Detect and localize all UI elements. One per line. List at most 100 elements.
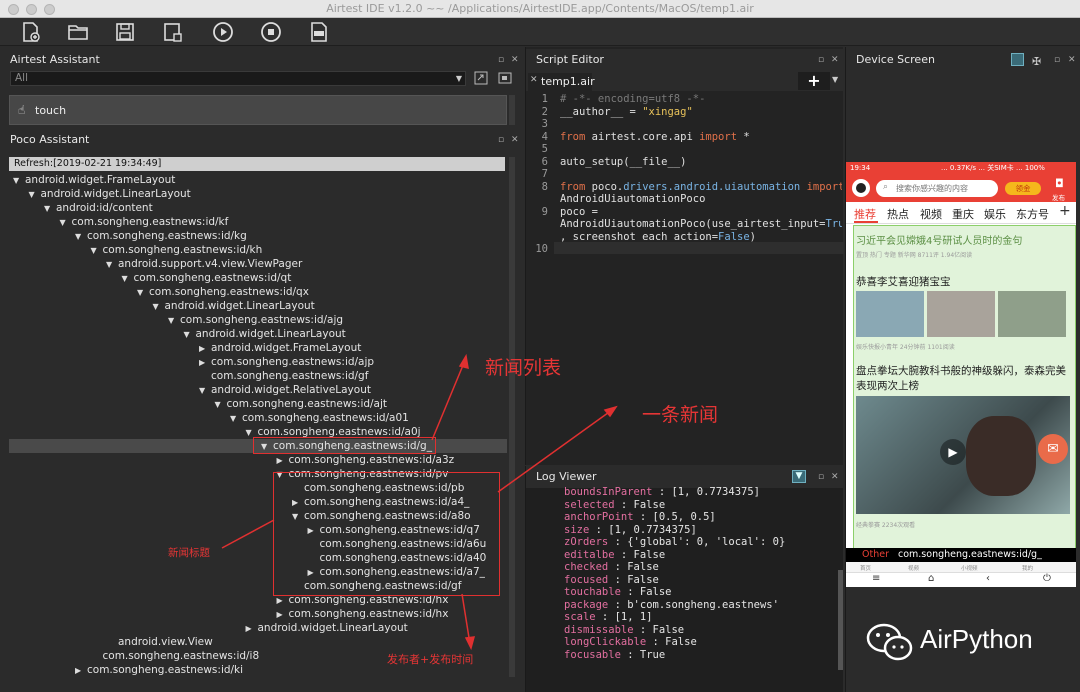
tree-node[interactable]: ▼ android.support.v4.view.ViewPager [106, 257, 302, 271]
scrollbar[interactable] [509, 157, 515, 677]
minimize-window-button[interactable] [26, 4, 37, 15]
tree-node[interactable]: com.songheng.eastnews:id/gf [199, 369, 368, 383]
code-line[interactable]: from poco.drivers.android.uiautomation i… [560, 181, 842, 193]
tree-node[interactable]: ▼ com.songheng.eastnews:id/kf [60, 215, 229, 229]
bottom-nav-video[interactable]: 视频 [908, 564, 919, 572]
save-as-icon[interactable] [161, 20, 185, 44]
caret-down-icon[interactable]: ▼ [91, 244, 103, 258]
tree-node[interactable]: ▼ com.songheng.eastnews:id/kg [75, 229, 247, 243]
code-line[interactable]: from airtest.core.api import * [560, 131, 750, 143]
tab-dongfanghao[interactable]: 东方号 [1016, 206, 1049, 222]
tree-node[interactable]: ▼ com.songheng.eastnews:id/ajt [215, 397, 388, 411]
tools-icon[interactable]: ✠ [1032, 51, 1041, 73]
scrollbar[interactable] [509, 95, 515, 125]
close-panel-icon[interactable]: ✕ [831, 49, 839, 71]
chevron-down-icon[interactable]: ▼ [832, 75, 838, 84]
tree-node[interactable]: ▼ android.widget.LinearLayout [29, 187, 191, 201]
caret-down-icon[interactable]: ▼ [215, 398, 227, 412]
news-title-3[interactable]: 盘点拳坛大腕教科书般的神级躲闪，泰森完美表现两次上榜 [856, 364, 1070, 394]
caret-down-icon[interactable]: ▼ [230, 412, 242, 426]
gold-coin-button[interactable]: 领金 [1005, 182, 1041, 195]
code-line[interactable]: __author__ = "xingag" [560, 106, 693, 118]
close-tab-icon[interactable]: ✕ [530, 75, 538, 85]
caret-down-icon[interactable]: ▼ [199, 384, 211, 398]
tree-node[interactable]: ▶ com.songheng.eastnews:id/a3z [277, 453, 455, 467]
caret-down-icon[interactable]: ▼ [153, 300, 165, 314]
code-line[interactable]: poco = [560, 206, 598, 218]
caret-right-icon[interactable]: ▶ [75, 664, 87, 678]
caret-right-icon[interactable]: ▶ [246, 622, 258, 636]
caret-down-icon[interactable]: ▼ [60, 216, 72, 230]
news-title-1[interactable]: 习近平会见嫦娥4号研试人员时的金句 [856, 232, 1022, 247]
close-panel-icon[interactable]: ✕ [511, 129, 519, 151]
tree-node[interactable]: ▼ android.widget.LinearLayout [184, 327, 346, 341]
zoom-window-button[interactable] [44, 4, 55, 15]
float-panel-icon[interactable]: ▫ [818, 466, 824, 488]
menu-icon[interactable]: ≡ [872, 573, 880, 584]
tree-node[interactable]: ▼ com.songheng.eastnews:id/qx [137, 285, 309, 299]
bottom-nav-short-video[interactable]: 小视频 [961, 564, 978, 572]
add-tab-button[interactable]: + [798, 72, 830, 90]
ui-hierarchy-tree[interactable]: ▼ android.widget.FrameLayout ▼ android.widg… [9, 173, 507, 683]
tree-node[interactable]: ▶ android.widget.LinearLayout [246, 621, 408, 635]
tree-node[interactable]: ▼ android:id/content [44, 201, 153, 215]
refresh-bar[interactable]: Refresh:[2019-02-21 19:34:49] [9, 157, 505, 171]
tree-node[interactable]: ▼ com.songheng.eastnews:id/qt [122, 271, 292, 285]
tree-node[interactable]: ▶ android.widget.FrameLayout [199, 341, 361, 355]
open-folder-icon[interactable] [66, 20, 90, 44]
caret-down-icon[interactable]: ▼ [184, 328, 196, 342]
bottom-nav-home[interactable]: 首页 [860, 564, 871, 572]
code-line[interactable]: , screenshot_each_action=False) [560, 231, 756, 243]
add-channel-icon[interactable]: + [1059, 203, 1071, 219]
log-output[interactable]: boundsInParent : [1, 0.7734375] selected … [526, 486, 836, 692]
log-report-icon[interactable] [307, 20, 331, 44]
close-panel-icon[interactable]: ✕ [1068, 49, 1076, 71]
record-icon[interactable] [474, 71, 488, 85]
caret-right-icon[interactable]: ▶ [199, 356, 211, 370]
float-panel-icon[interactable]: ▫ [498, 49, 504, 71]
code-line[interactable]: AndroidUiautomationPoco [560, 193, 705, 205]
tree-node[interactable]: ▼ com.songheng.eastnews:id/a01 [230, 411, 409, 425]
tree-node[interactable]: ▼ com.songheng.eastnews:id/ajg [168, 313, 343, 327]
tree-node[interactable]: ▶ com.songheng.eastnews:id/hx [277, 607, 449, 621]
bottom-nav-me[interactable]: 我的 [1022, 564, 1033, 572]
close-panel-icon[interactable]: ✕ [511, 49, 519, 71]
caret-down-icon[interactable]: ▼ [29, 188, 41, 202]
caret-down-icon[interactable]: ▼ [13, 174, 25, 188]
search-input[interactable]: ⌕ 搜索你感兴趣的内容 [876, 180, 998, 197]
tree-node[interactable]: ▼ android.widget.RelativeLayout [199, 383, 371, 397]
tab-chongqing[interactable]: 重庆 [952, 206, 974, 222]
caret-down-icon[interactable]: ▼ [122, 272, 134, 286]
news-title-2[interactable]: 恭喜李艾喜迎猪宝宝 [856, 274, 951, 289]
caret-down-icon[interactable]: ▼ [75, 230, 87, 244]
caret-down-icon[interactable]: ▼ [168, 314, 180, 328]
close-panel-icon[interactable]: ✕ [831, 466, 839, 488]
back-icon[interactable]: ‹ [986, 573, 990, 584]
camera-icon[interactable]: ◘ [1055, 177, 1064, 190]
device-settings-icon[interactable] [1011, 53, 1024, 66]
tree-node[interactable]: com.songheng.eastnews:id/i8 [91, 649, 260, 663]
mail-icon[interactable]: ✉ [1038, 434, 1068, 464]
code-line[interactable]: auto_setup(__file__) [560, 156, 686, 168]
touch-api-button[interactable]: ☝ touch [9, 95, 507, 125]
code-line[interactable]: AndroidUiautomationPoco(use_airtest_inpu… [560, 218, 842, 230]
tree-node[interactable]: ▼ com.songheng.eastnews:id/kh [91, 243, 263, 257]
new-file-icon[interactable] [19, 20, 43, 44]
caret-down-icon[interactable]: ▼ [44, 202, 56, 216]
scrollbar[interactable] [838, 570, 843, 670]
tab-recommend[interactable]: 推荐 [854, 206, 876, 222]
home-icon[interactable]: ⌂ [928, 573, 934, 584]
tab-entertainment[interactable]: 娱乐 [984, 206, 1006, 222]
caret-right-icon[interactable]: ▶ [277, 454, 289, 468]
code-line[interactable]: # -*- encoding=utf8 -*- [560, 93, 705, 105]
caret-right-icon[interactable]: ▶ [277, 594, 289, 608]
caret-right-icon[interactable]: ▶ [199, 342, 211, 356]
caret-right-icon[interactable]: ▶ [277, 608, 289, 622]
tab-video[interactable]: 视频 [920, 206, 942, 222]
tree-node[interactable]: ▼ android.widget.LinearLayout [153, 299, 315, 313]
caret-down-icon[interactable]: ▼ [137, 286, 149, 300]
float-panel-icon[interactable]: ▫ [1054, 49, 1060, 71]
tree-node[interactable]: ▼ android.widget.FrameLayout [13, 173, 175, 187]
tree-node[interactable]: ▶ com.songheng.eastnews:id/ajp [199, 355, 374, 369]
tree-node[interactable]: android.view.View [106, 635, 213, 649]
